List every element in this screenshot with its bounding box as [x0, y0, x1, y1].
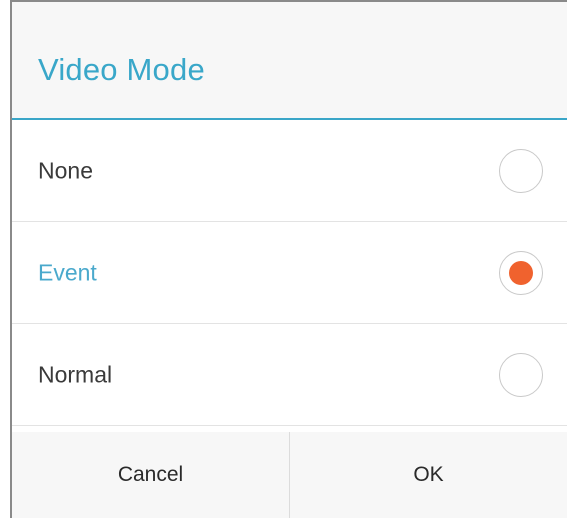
option-normal[interactable]: Normal	[12, 324, 567, 426]
dialog-footer: Cancel OK	[12, 432, 567, 518]
dialog-title: Video Mode	[38, 52, 205, 87]
radio-button[interactable]	[499, 352, 543, 397]
video-mode-dialog: Video Mode None Event Normal Cancel OK	[10, 0, 567, 518]
cancel-button[interactable]: Cancel	[12, 432, 290, 518]
dialog-header: Video Mode	[12, 2, 567, 120]
option-label: None	[38, 157, 93, 183]
option-none[interactable]: None	[12, 120, 567, 222]
radio-dot-icon	[509, 260, 533, 285]
radio-button[interactable]	[499, 250, 543, 295]
radio-button[interactable]	[499, 148, 543, 193]
option-label: Normal	[38, 361, 113, 387]
option-event[interactable]: Event	[12, 222, 567, 324]
ok-button[interactable]: OK	[290, 432, 567, 518]
options-list: None Event Normal	[12, 120, 567, 426]
option-label: Event	[38, 259, 97, 285]
